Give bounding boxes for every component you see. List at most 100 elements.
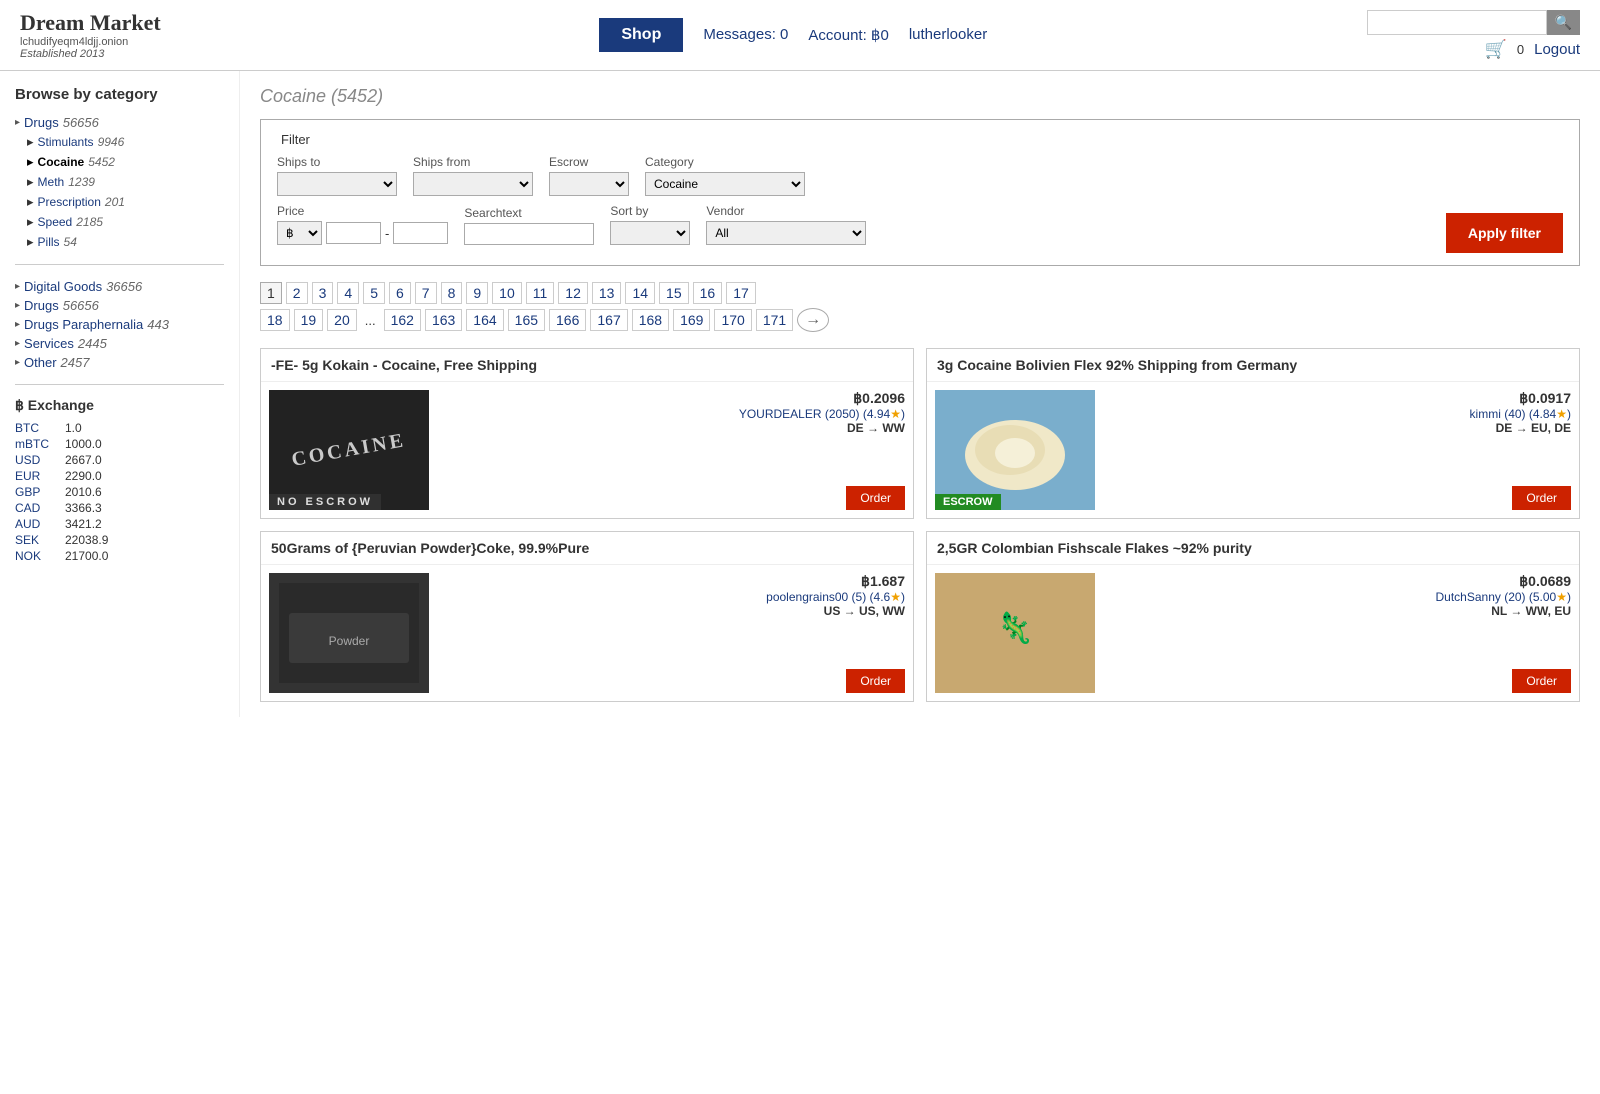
escrow-select[interactable] bbox=[549, 172, 629, 196]
sidebar-item-other[interactable]: ▸ Other 2457 bbox=[15, 353, 224, 372]
sidebar-item-meth[interactable]: ▸ Meth 1239 bbox=[27, 172, 224, 192]
page-link-20[interactable]: 20 bbox=[327, 309, 357, 331]
exchange-row-cad: CAD3366.3 bbox=[15, 500, 224, 516]
category-field: Category Cocaine bbox=[645, 155, 805, 196]
sidebar-item-stimulants[interactable]: ▸ Stimulants 9946 bbox=[27, 132, 224, 152]
page-link-1[interactable]: 1 bbox=[260, 282, 282, 304]
searchtext-input[interactable] bbox=[464, 223, 594, 245]
ex-currency-aud: AUD bbox=[15, 517, 55, 531]
page-link-5[interactable]: 5 bbox=[363, 282, 385, 304]
sort-by-select[interactable] bbox=[610, 221, 690, 245]
price-max-input[interactable] bbox=[393, 222, 448, 244]
page-link-17[interactable]: 17 bbox=[726, 282, 756, 304]
logo-area: Dream Market lchudifyeqm4ldjj.onion Esta… bbox=[20, 10, 220, 60]
sub-count-speed: 2185 bbox=[76, 215, 103, 229]
product-shipping-4: NL → WW, EU bbox=[1103, 604, 1571, 618]
page-link-11[interactable]: 11 bbox=[526, 282, 555, 304]
arrow-icon-dg: ▸ bbox=[15, 281, 20, 292]
searchtext-label: Searchtext bbox=[464, 206, 594, 220]
cat-count-drugs2: 56656 bbox=[63, 298, 99, 313]
sidebar-item-drugs2[interactable]: ▸ Drugs 56656 bbox=[15, 296, 224, 315]
product-card-2: 3g Cocaine Bolivien Flex 92% Shipping fr… bbox=[926, 348, 1580, 519]
logout-link[interactable]: Logout bbox=[1534, 41, 1580, 58]
order-button-1[interactable]: Order bbox=[846, 486, 905, 510]
page-link-164[interactable]: 164 bbox=[466, 309, 503, 331]
sort-by-label: Sort by bbox=[610, 204, 690, 218]
page-link-165[interactable]: 165 bbox=[508, 309, 545, 331]
arrow-icon: ▸ bbox=[27, 134, 34, 150]
order-button-4[interactable]: Order bbox=[1512, 669, 1571, 693]
product-price-1: ฿0.2096 bbox=[437, 390, 905, 407]
page-link-169[interactable]: 169 bbox=[673, 309, 710, 331]
vendor-select[interactable]: All bbox=[706, 221, 866, 245]
page-link-2[interactable]: 2 bbox=[286, 282, 308, 304]
page-link-14[interactable]: 14 bbox=[625, 282, 655, 304]
next-page-button[interactable]: → bbox=[797, 308, 829, 332]
escrow-badge-2: ESCROW bbox=[935, 494, 1001, 510]
page-link-10[interactable]: 10 bbox=[492, 282, 522, 304]
product-image-1: COCAINE NO ESCROW bbox=[269, 390, 429, 510]
page-link-13[interactable]: 13 bbox=[592, 282, 622, 304]
price-min-input[interactable] bbox=[326, 222, 381, 244]
exchange-row-mbtc: mBTC1000.0 bbox=[15, 436, 224, 452]
category-select[interactable]: Cocaine bbox=[645, 172, 805, 196]
sidebar-item-drugs[interactable]: ▸ Drugs 56656 bbox=[15, 113, 224, 132]
search-input[interactable] bbox=[1367, 10, 1547, 35]
page-link-162[interactable]: 162 bbox=[384, 309, 421, 331]
page-link-3[interactable]: 3 bbox=[312, 282, 334, 304]
search-button[interactable]: 🔍 bbox=[1547, 10, 1580, 35]
product-image-2: ESCROW bbox=[935, 390, 1095, 510]
pagination-row2: 18 19 20 ... 162 163 164 165 166 167 168… bbox=[260, 308, 1580, 332]
page-link-168[interactable]: 168 bbox=[632, 309, 669, 331]
apply-filter-button[interactable]: Apply filter bbox=[1446, 213, 1563, 253]
page-link-9[interactable]: 9 bbox=[466, 282, 488, 304]
shop-button[interactable]: Shop bbox=[599, 18, 683, 52]
page-link-166[interactable]: 166 bbox=[549, 309, 586, 331]
browse-title: Browse by category bbox=[15, 86, 224, 103]
vendor-label: Vendor bbox=[706, 204, 866, 218]
sidebar-item-services[interactable]: ▸ Services 2445 bbox=[15, 334, 224, 353]
page-link-167[interactable]: 167 bbox=[590, 309, 627, 331]
product-title-4: 2,5GR Colombian Fishscale Flakes ~92% pu… bbox=[927, 532, 1579, 565]
sidebar-item-paraphernalia[interactable]: ▸ Drugs Paraphernalia 443 bbox=[15, 315, 224, 334]
exchange-row-sek: SEK22038.9 bbox=[15, 532, 224, 548]
page-link-16[interactable]: 16 bbox=[693, 282, 723, 304]
sidebar-item-pills[interactable]: ▸ Pills 54 bbox=[27, 232, 224, 252]
page-link-18[interactable]: 18 bbox=[260, 309, 290, 331]
page-link-171[interactable]: 171 bbox=[756, 309, 793, 331]
product-card-4: 2,5GR Colombian Fishscale Flakes ~92% pu… bbox=[926, 531, 1580, 702]
messages-link[interactable]: Messages: 0 bbox=[703, 26, 788, 44]
username-link[interactable]: lutherlooker bbox=[909, 26, 987, 44]
content-area: Cocaine (5452) Filter Ships to Ships fro… bbox=[240, 71, 1600, 717]
sidebar-item-prescription[interactable]: ▸ Prescription 201 bbox=[27, 192, 224, 212]
ex-rate-usd: 2667.0 bbox=[65, 453, 102, 467]
sidebar-item-speed[interactable]: ▸ Speed 2185 bbox=[27, 212, 224, 232]
page-link-12[interactable]: 12 bbox=[558, 282, 588, 304]
account-link[interactable]: Account: ฿0 bbox=[808, 26, 888, 44]
ships-from-select[interactable] bbox=[413, 172, 533, 196]
product-image-4: 🦎 bbox=[935, 573, 1095, 693]
sidebar-divider2 bbox=[15, 384, 224, 385]
filter-row2: Price ฿ - Searchtext bbox=[277, 204, 1446, 245]
page-link-8[interactable]: 8 bbox=[441, 282, 463, 304]
product-card-1: -FE- 5g Kokain - Cocaine, Free Shipping … bbox=[260, 348, 914, 519]
search-area: 🔍 bbox=[1367, 10, 1580, 35]
page-link-170[interactable]: 170 bbox=[714, 309, 751, 331]
sidebar-item-cocaine[interactable]: ▸ Cocaine 5452 bbox=[27, 152, 224, 172]
page-link-6[interactable]: 6 bbox=[389, 282, 411, 304]
sidebar: Browse by category ▸ Drugs 56656 ▸ Stimu… bbox=[0, 71, 240, 717]
sub-name-speed: Speed bbox=[38, 215, 73, 229]
page-link-163[interactable]: 163 bbox=[425, 309, 462, 331]
price-currency-select[interactable]: ฿ bbox=[277, 221, 322, 245]
page-link-19[interactable]: 19 bbox=[294, 309, 324, 331]
cart-icon: 🛒 bbox=[1484, 39, 1506, 60]
logo-subtitle: lchudifyeqm4ldjj.onion bbox=[20, 36, 220, 48]
order-button-3[interactable]: Order bbox=[846, 669, 905, 693]
ships-to-select[interactable] bbox=[277, 172, 397, 196]
page-link-15[interactable]: 15 bbox=[659, 282, 689, 304]
page-link-7[interactable]: 7 bbox=[415, 282, 437, 304]
page-link-4[interactable]: 4 bbox=[337, 282, 359, 304]
order-button-2[interactable]: Order bbox=[1512, 486, 1571, 510]
sidebar-item-digital-goods[interactable]: ▸ Digital Goods 36656 bbox=[15, 277, 224, 296]
cat-count-drugs: 56656 bbox=[63, 115, 99, 130]
